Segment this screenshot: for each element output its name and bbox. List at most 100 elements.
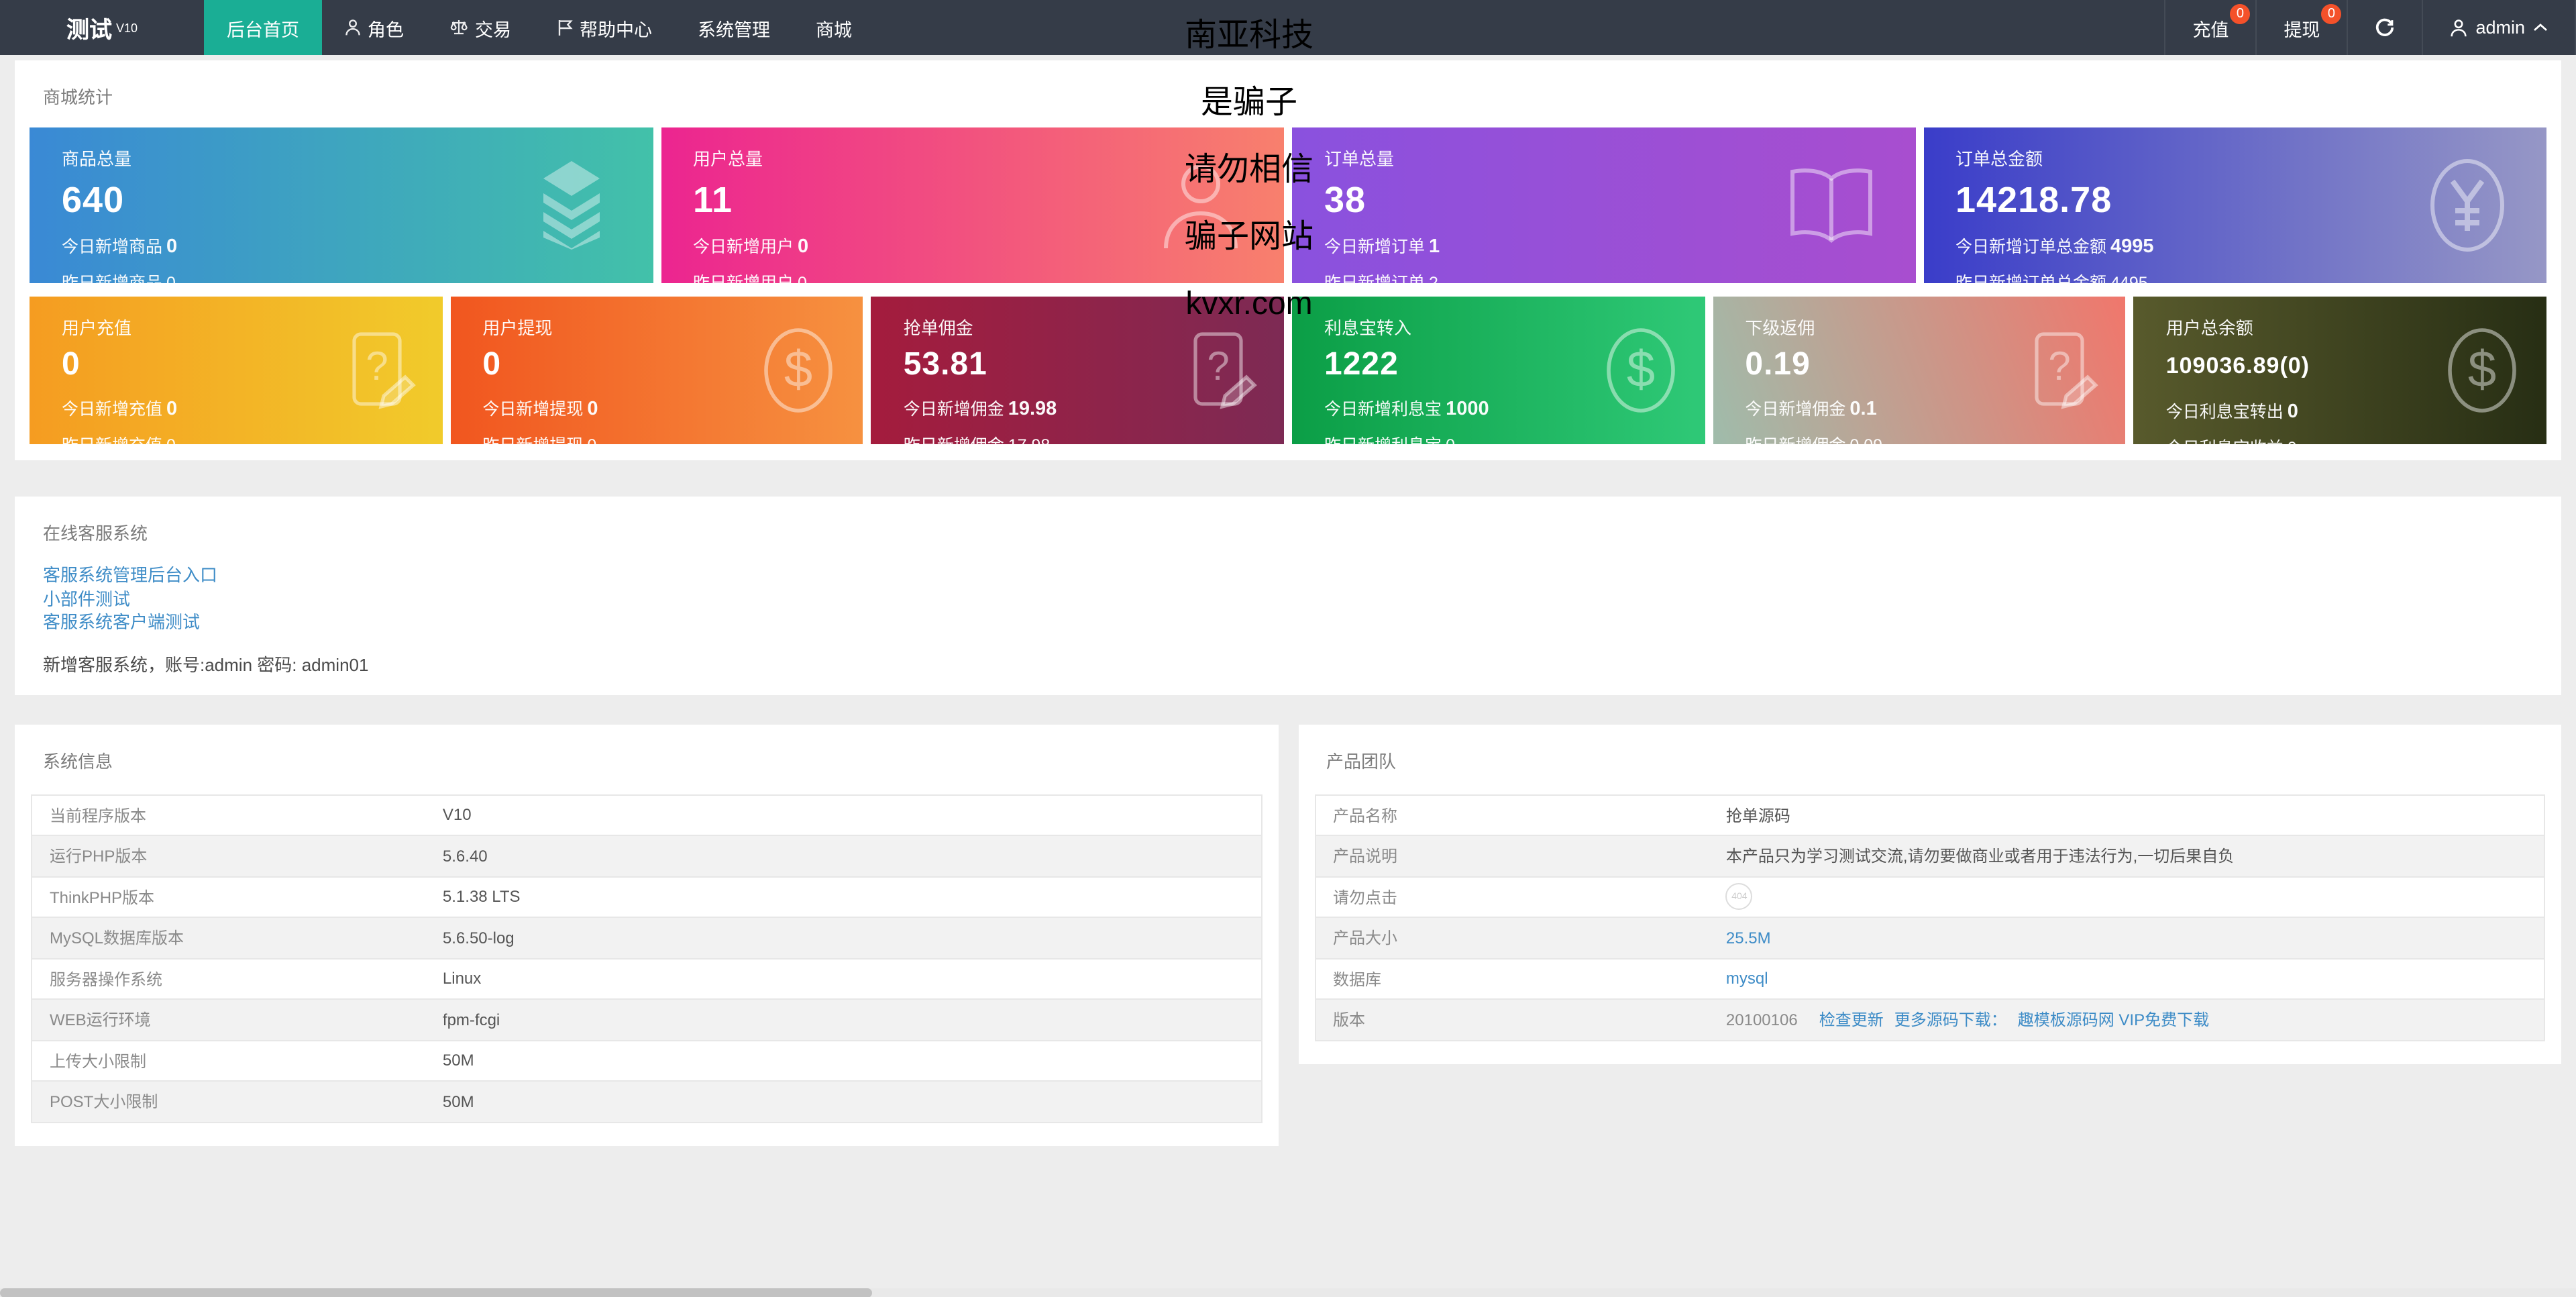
refresh-button[interactable] [2347,0,2422,55]
stat-card-order-amount: 订单总金额 14218.78 今日新增订单总金额 4995 昨日新增订单总金额 44… [1923,127,2546,283]
stat-line-value: 0.1 [1849,399,1877,420]
app-logo-version: V10 [115,21,138,34]
template-site-link[interactable]: 趣模板源码网 VIP免费下载 [2018,1008,2209,1031]
doc-question-pencil-icon: ? [352,332,416,409]
stat-line-value: 17.98 [1008,436,1051,444]
menu-item-trade[interactable]: 交易 [427,0,534,55]
menu-item-label: 系统管理 [698,19,770,40]
stat-line-value: 4495 [2110,274,2148,283]
table-row: MySQL数据库版本 5.6.50-log [32,917,1260,957]
stat-line-label: 今日新增订单总金额 [1955,238,2107,256]
stat-line-value: 1000 [1446,399,1489,420]
stat-line-label: 昨日新增利息宝 [1324,436,1442,444]
stat-card-products: 商品总量 640 今日新增商品 0 昨日新增商品 0 [30,127,653,283]
stat-line-label: 今日新增提现 [482,400,584,419]
service-admin-link[interactable]: 客服系统管理后台入口 [43,564,2533,587]
stat-line-value: 0 [2288,439,2297,444]
system-info-title: 系统信息 [43,751,113,771]
recharge-button[interactable]: 充值 0 [2164,0,2255,55]
stat-line-label: 今日新增利息宝 [1324,400,1442,419]
stat-line-label: 今日利息宝转出 [2165,403,2284,421]
stat-card-recharge: 用户充值 0 今日新增充值0 昨日新增充值0 ? [30,297,443,444]
svg-text:?: ? [2049,344,2071,388]
stat-line-label: 昨日新增充值 [62,436,162,444]
stat-line-value: 2 [1429,274,1438,283]
stats-panel-title: 商城统计 [43,87,113,107]
user-icon [2451,19,2467,36]
table-row: WEB运行环境 fpm-fcgi [32,998,1260,1039]
stat-line-label: 今日新增商品 [62,238,163,256]
menu-item-roles[interactable]: 角色 [322,0,427,55]
svg-text:?: ? [366,344,388,388]
app-logo[interactable]: 测试 V10 [0,0,204,55]
doc-question-pencil-icon: ? [2035,332,2099,409]
product-size-link[interactable]: 25.5M [1726,929,1771,947]
stat-line-value: 4995 [2110,236,2154,258]
product-team-title: 产品团队 [1326,751,1397,771]
system-info-panel: 系统信息 当前程序版本 V10 运行PHP版本 5.6.40 ThinkPHP版本 5… [15,724,1278,1145]
menu-item-label: 角色 [368,19,404,40]
stat-line-label: 昨日新增订单总金额 [1955,274,2107,283]
stat-line-label: 昨日新增商品 [62,274,163,283]
bottom-panels: 系统信息 当前程序版本 V10 运行PHP版本 5.6.40 ThinkPHP版本 5… [15,724,2561,1145]
widget-test-link[interactable]: 小部件测试 [43,587,2533,611]
stat-card-interest-in: 利息宝转入 1222 今日新增利息宝1000 昨日新增利息宝0 $ [1292,297,1705,444]
service-panel-title: 在线客服系统 [43,523,148,543]
stat-card-referral-commission: 下级返佣 0.19 今日新增佣金0.1 昨日新增佣金0.09 ? [1713,297,2126,444]
table-row: 产品说明 本产品只为学习测试交流,请勿要做商业或者用于违法行为,一切后果自负 [1316,835,2544,876]
stat-line-value: 0 [1446,436,1455,444]
table-row: 服务器操作系统 Linux [32,957,1260,998]
main-menu: 后台首页 角色 交易 帮助中心 系统管理 商城 [204,0,875,55]
stat-card-user-balance: 用户总余额 109036.89(0) 今日利息宝转出0 今日利息宝收益0 $ [2133,297,2547,444]
stat-card-withdraw: 用户提现 0 今日新增提现0 昨日新增提现0 $ [450,297,863,444]
table-row: 当前程序版本 V10 [50,805,472,825]
table-row: 上传大小限制 50M [32,1039,1260,1080]
table-row: 产品名称 抢单源码 [1333,806,1790,825]
stat-line-label: 昨日新增佣金 [1745,436,1845,444]
doc-question-pencil-icon: ? [1193,332,1257,409]
user-icon [1164,164,1238,249]
layers-icon [543,161,599,250]
dollar-circle-icon: $ [1606,328,1675,413]
navbar-right: 充值 0 提现 0 admin [2164,0,2576,55]
menu-item-label: 后台首页 [227,19,299,40]
menu-item-label: 帮助中心 [580,19,652,40]
version-number: 20100106 [1725,1010,1798,1029]
database-link[interactable]: mysql [1726,970,1768,988]
stats-row-2: 用户充值 0 今日新增充值0 昨日新增充值0 ? 用户提现 0 今日新增提现0 … [30,297,2547,444]
svg-text:?: ? [1207,344,1229,388]
dollar-circle-icon: $ [2448,328,2516,413]
more-source-link[interactable]: 更多源码下载： [1894,1008,2007,1031]
check-update-link[interactable]: 检查更新 [1819,1008,1884,1031]
customer-service-panel: 在线客服系统 客服系统管理后台入口 小部件测试 客服系统客户端测试 新增客服系统… [15,497,2561,694]
system-info-table: 当前程序版本 V10 运行PHP版本 5.6.40 ThinkPHP版本 5.1.38… [31,794,1262,1123]
user-menu[interactable]: admin [2422,0,2576,55]
menu-item-mall[interactable]: 商城 [793,0,875,55]
stat-card-order-commission: 抢单佣金 53.81 今日新增佣金19.98 昨日新增佣金17.98 ? [871,297,1285,444]
table-row: POST大小限制 50M [32,1080,1260,1121]
menu-item-help[interactable]: 帮助中心 [534,0,675,55]
svg-text:$: $ [785,341,813,398]
stat-line-value: 0 [798,274,807,283]
product-team-panel: 产品团队 产品名称 抢单源码 产品说明 本产品只为学习测试交流,请勿要做商业或者用于… [1298,724,2561,1063]
dashboard-page: 测试 V10 后台首页 角色 交易 帮助中心 系统管理 商城 充值 0 提现 0… [0,0,2576,1297]
table-row: 请勿点击 404 [1316,876,2544,917]
stat-card-orders: 订单总量 38 今日新增订单 1 昨日新增订单 2 [1292,127,1915,283]
chevron-up-icon [2534,23,2547,32]
client-test-link[interactable]: 客服系统客户端测试 [43,611,2533,634]
withdraw-button[interactable]: 提现 0 [2255,0,2347,55]
app-logo-text: 测试 [66,17,112,43]
service-credentials-note: 新增客服系统，账号:admin 密码: admin01 [43,654,369,674]
stat-line-label: 昨日新增订单 [1324,274,1426,283]
stat-line-value: 0 [166,399,178,420]
stat-card-users: 用户总量 11 今日新增用户 0 昨日新增用户 0 [661,127,1284,283]
scrollbar-thumb[interactable] [0,1288,872,1297]
stat-line-label: 今日新增订单 [1324,238,1426,256]
stat-line-value: 0 [166,274,176,283]
top-navbar: 测试 V10 后台首页 角色 交易 帮助中心 系统管理 商城 充值 0 提现 0… [0,0,2576,55]
stat-line-label: 昨日新增佣金 [904,436,1004,444]
menu-item-home[interactable]: 后台首页 [204,0,322,55]
stat-line-label: 今日新增佣金 [1745,400,1846,419]
menu-item-system[interactable]: 系统管理 [675,0,793,55]
stat-line-label: 昨日新增用户 [693,274,794,283]
